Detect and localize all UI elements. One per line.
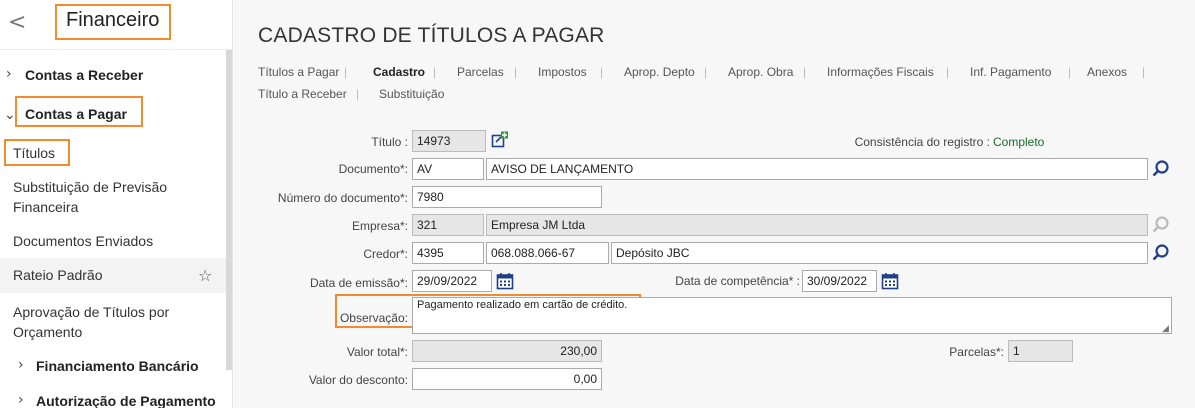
chevron-down-icon[interactable]: ⌄ (4, 107, 16, 123)
menu-documentos-enviados[interactable]: Documentos Enviados (13, 233, 153, 249)
menu-contas-a-receber[interactable]: Contas a Receber (25, 67, 143, 83)
data-emissao-field[interactable]: 29/09/2022 (412, 270, 492, 292)
tab-separator: | (1068, 65, 1072, 79)
tab-anexos[interactable]: Anexos (1087, 65, 1127, 79)
documento-desc-field[interactable]: AVISO DE LANÇAMENTO (486, 158, 1148, 180)
tab-titulos-a-pagar[interactable]: Títulos a Pagar (258, 65, 339, 79)
valor-total-label: Valor total*: (346, 345, 408, 359)
back-chevron-icon[interactable]: < (8, 10, 26, 35)
credor-code-field[interactable]: 4395 (412, 242, 484, 264)
valor-desconto-field[interactable]: 0,00 (412, 368, 602, 390)
credor-label: Credor*: (363, 247, 408, 261)
observacao-label: Observação: (339, 311, 408, 325)
sidebar-header: < Financeiro (0, 0, 232, 50)
calendar-icon[interactable] (881, 272, 899, 295)
numero-documento-label: Número do documento*: (277, 191, 408, 205)
page-title: CADASTRO DE TÍTULOS A PAGAR (258, 24, 605, 47)
credor-doc-field[interactable]: 068.088.066-67 (486, 242, 609, 264)
menu-aprovacao-titulos[interactable]: Aprovação de Títulos por Orçamento (13, 302, 213, 342)
menu-autorizacao-pagamento[interactable]: Autorização de Pagamento (36, 393, 216, 408)
menu-contas-a-pagar[interactable]: Contas a Pagar (15, 96, 143, 127)
resize-handle-icon[interactable]: ◢ (1162, 324, 1169, 334)
titulo-field: 14973 (412, 130, 486, 152)
sidebar: < Financeiro › Contas a Receber ⌄ Contas… (0, 0, 233, 408)
documento-label: Documento*: (338, 162, 408, 176)
menu-titulos[interactable]: Títulos (4, 139, 70, 166)
observacao-textarea[interactable]: Pagamento realizado em cartão de crédito… (412, 297, 1172, 334)
documento-code-field[interactable]: AV (412, 158, 484, 180)
tab-separator: | (433, 65, 437, 79)
calendar-icon[interactable] (496, 272, 514, 295)
empresa-code-field: 321 (412, 214, 484, 236)
credor-name-field[interactable]: Depósito JBC (611, 242, 1148, 264)
menu-rateio-padrao[interactable]: Rateio Padrão (13, 267, 103, 283)
search-icon (1151, 215, 1171, 240)
tab-separator: | (514, 65, 518, 79)
tab-separator: | (344, 65, 348, 79)
tab-aprop-depto[interactable]: Aprop. Depto (624, 65, 695, 79)
tab-separator: | (600, 65, 604, 79)
tab-separator: | (704, 65, 708, 79)
sidebar-title: Financeiro (55, 4, 171, 40)
tab-cadastro[interactable]: Cadastro (373, 65, 425, 79)
valor-total-field: 230,00 (412, 340, 602, 362)
star-icon[interactable]: ☆ (198, 266, 212, 285)
chevron-right-icon[interactable]: › (18, 357, 24, 373)
consistencia-status: Completo (993, 135, 1045, 149)
consistencia-label: Consistência do registro : (854, 135, 990, 149)
menu-financiamento-bancario[interactable]: Financiamento Bancário (36, 358, 199, 374)
sidebar-scrollbar[interactable] (226, 50, 232, 370)
data-emissao-label: Data de emissão*: (309, 276, 408, 290)
parcelas-field: 1 (1008, 340, 1073, 362)
tab-informacoes-fiscais[interactable]: Informações Fiscais (827, 65, 934, 79)
data-competencia-label: Data de competência* : (675, 274, 800, 288)
tab-inf-pagamento[interactable]: Inf. Pagamento (970, 65, 1051, 79)
parcelas-label: Parcelas*: (949, 345, 1004, 359)
tab-titulo-a-receber[interactable]: Título a Receber (258, 87, 347, 101)
search-icon[interactable] (1151, 243, 1171, 268)
chevron-right-icon[interactable]: › (18, 392, 24, 408)
main-content: CADASTRO DE TÍTULOS A PAGAR Títulos a Pa… (234, 0, 1195, 408)
tab-impostos[interactable]: Impostos (538, 65, 587, 79)
tab-substituicao[interactable]: Substituição (379, 87, 444, 101)
titulo-label: Título : (371, 135, 408, 149)
tab-separator: | (803, 65, 807, 79)
numero-documento-field[interactable]: 7980 (412, 186, 602, 208)
chevron-right-icon[interactable]: › (6, 66, 12, 82)
tab-separator: | (946, 65, 950, 79)
valor-desconto-label: Valor do desconto: (308, 373, 408, 387)
empresa-name-field: Empresa JM Ltda (486, 214, 1148, 236)
tab-separator: | (356, 87, 360, 101)
copy-record-icon[interactable] (491, 131, 509, 154)
empresa-label: Empresa*: (351, 219, 408, 233)
data-competencia-field[interactable]: 30/09/2022 (802, 270, 877, 292)
search-icon[interactable] (1151, 159, 1171, 184)
menu-substituicao-previsao[interactable]: Substituição de Previsão Financeira (13, 177, 213, 217)
tab-parcelas[interactable]: Parcelas (457, 65, 504, 79)
tab-aprop-obra[interactable]: Aprop. Obra (728, 65, 793, 79)
tab-separator: | (1142, 65, 1146, 79)
